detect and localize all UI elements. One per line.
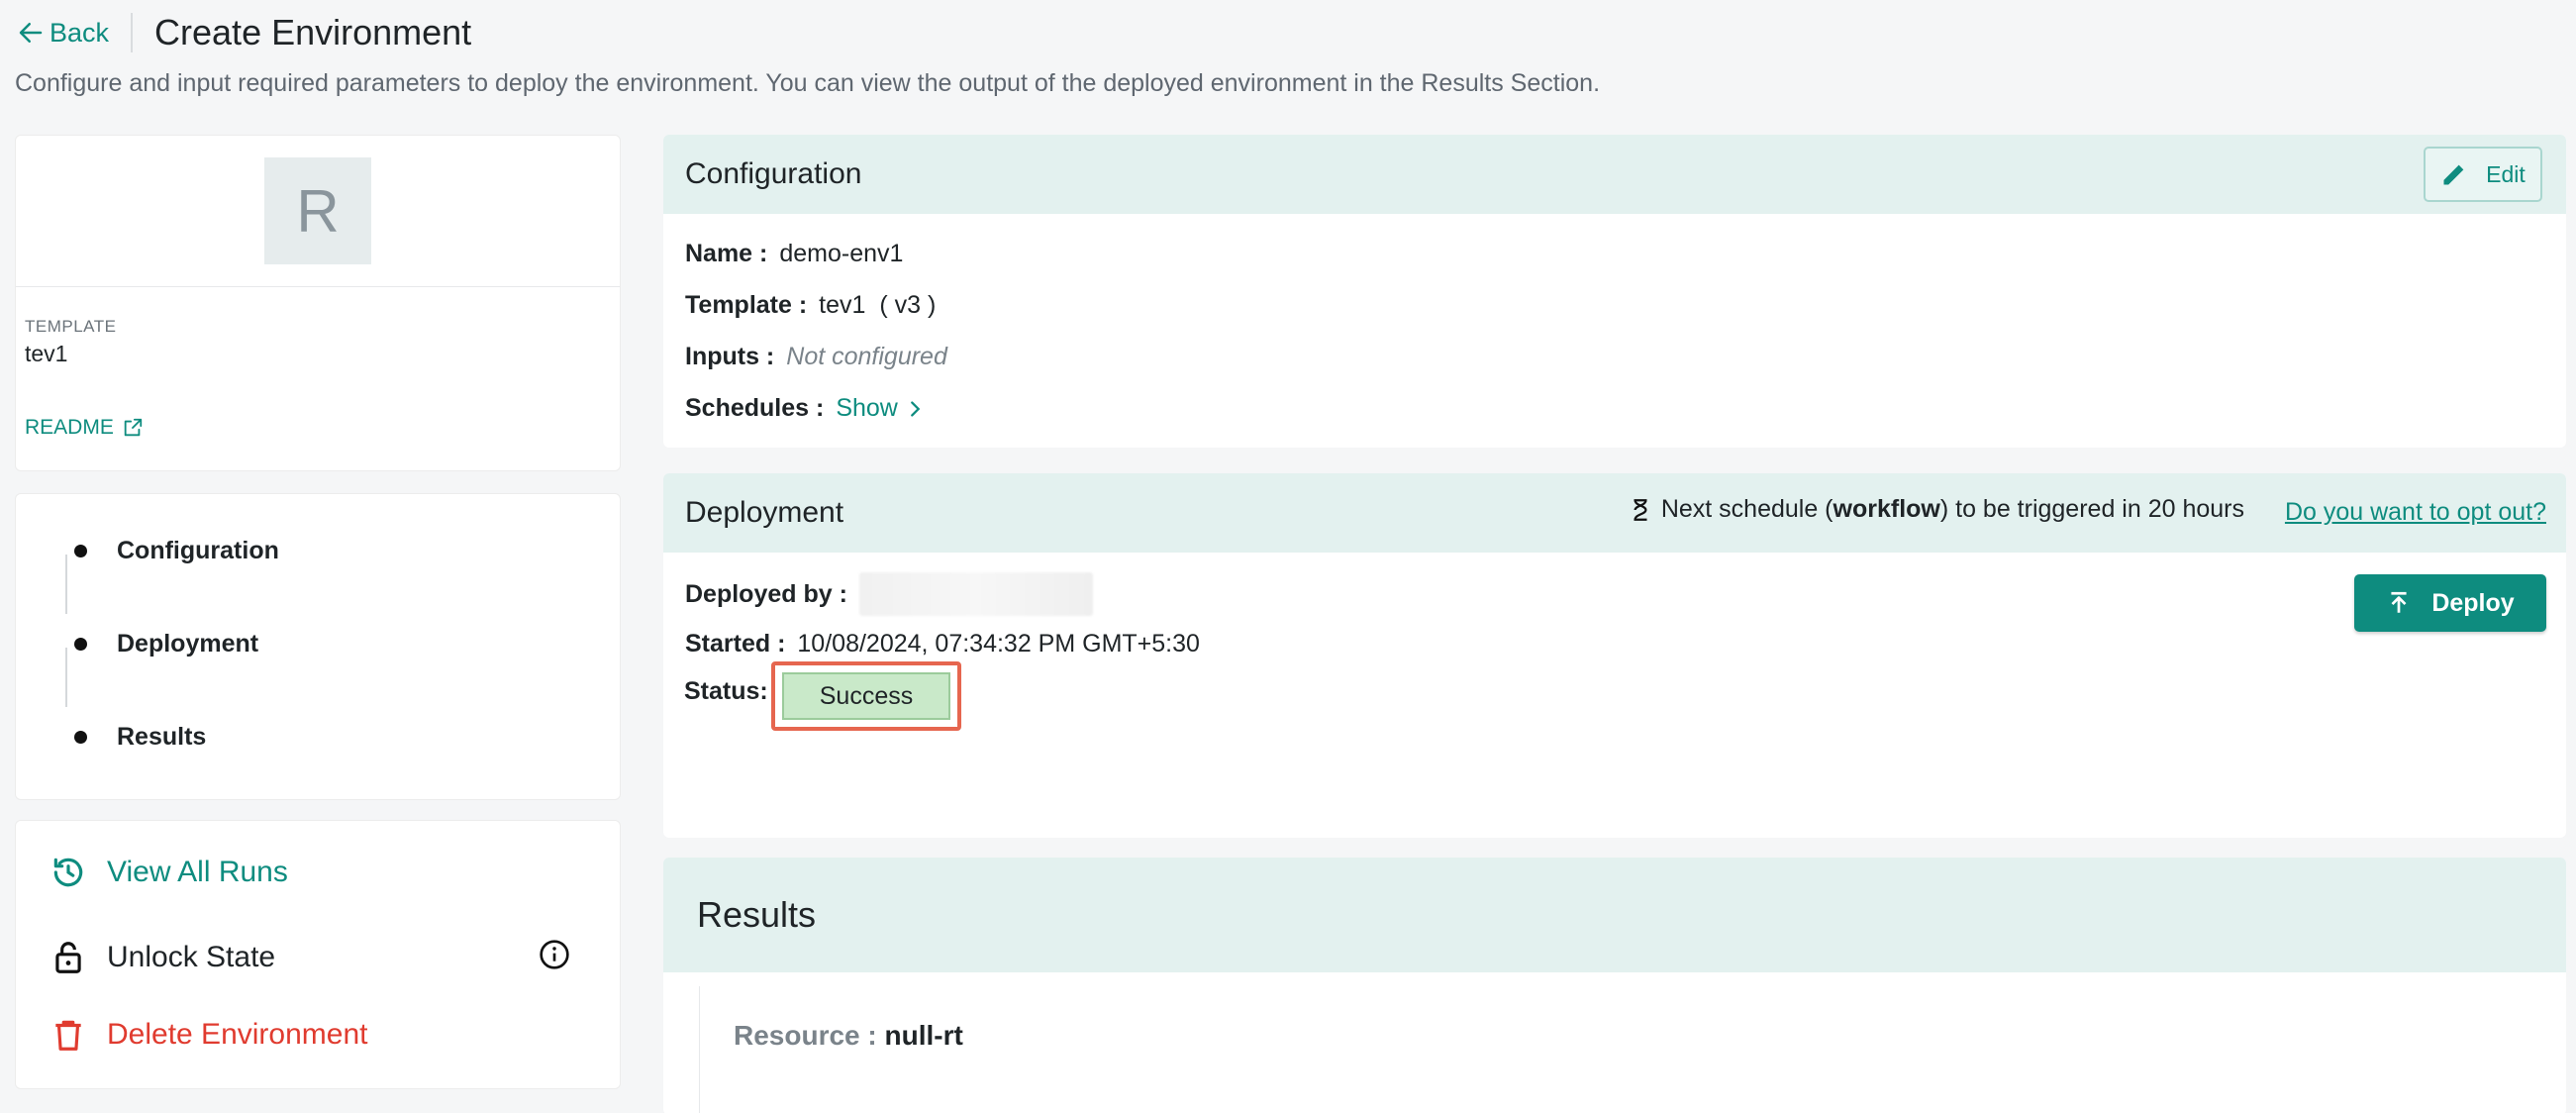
hourglass-icon (1634, 498, 1647, 521)
edit-button[interactable]: Edit (2424, 147, 2542, 202)
opt-out-link[interactable]: Do you want to opt out? (2285, 498, 2546, 527)
status-badge: Success (782, 672, 950, 720)
step-deployment[interactable]: Deployment (74, 630, 258, 658)
readme-label: README (25, 416, 114, 439)
step-dot (74, 545, 87, 557)
template-key: Template : (685, 291, 808, 319)
step-label: Deployment (117, 630, 259, 658)
step-results[interactable]: Results (74, 723, 206, 752)
config-template-row: Template : tev1 ( v3 ) (685, 291, 936, 320)
deployed-by-key: Deployed by : (685, 579, 847, 608)
chevron-right-icon (910, 400, 921, 417)
resource-card: Resource : null-rt (699, 986, 2566, 1113)
step-dot (74, 638, 87, 651)
started-row: Started : 10/08/2024, 07:34:32 PM GMT+5:… (685, 630, 1200, 658)
schedules-show-link[interactable]: Show (836, 394, 926, 423)
name-key: Name : (685, 240, 768, 267)
history-icon (53, 858, 83, 887)
template-value: tev1 ( v3 ) (819, 291, 937, 319)
external-link-icon (124, 418, 143, 437)
results-title: Results (697, 894, 817, 935)
trash-icon (55, 1020, 81, 1051)
next-schedule-notice: Next schedule (workflow) to be triggered… (1628, 495, 2244, 524)
delete-environment-label: Delete Environment (107, 1018, 368, 1051)
info-icon[interactable] (539, 939, 570, 970)
deployment-title: Deployment (685, 496, 844, 529)
step-dot (74, 731, 87, 744)
configuration-header: Configuration (663, 135, 2566, 214)
status-row: Status: (684, 677, 780, 706)
view-all-runs-button[interactable]: View All Runs (50, 854, 288, 891)
upload-icon (2391, 591, 2407, 613)
delete-environment-button[interactable]: Delete Environment (50, 1016, 367, 1054)
resource-heading: Resource : null-rt (734, 1020, 963, 1052)
divider (16, 286, 620, 287)
name-value: demo-env1 (779, 240, 904, 267)
redacted-user (858, 572, 1093, 616)
pencil-icon (2443, 164, 2464, 185)
step-connector (65, 555, 67, 614)
view-all-runs-label: View All Runs (107, 856, 288, 888)
configuration-title: Configuration (685, 157, 862, 190)
started-value: 10/08/2024, 07:34:32 PM GMT+5:30 (797, 630, 1200, 658)
resource-value: null-rt (884, 1020, 963, 1051)
unlock-state-label: Unlock State (107, 941, 276, 973)
page-title: Create Environment (154, 12, 472, 52)
template-name: tev1 (25, 341, 68, 366)
resource-key: Resource : (734, 1020, 877, 1051)
deploy-label: Deploy (2431, 588, 2515, 617)
config-name-row: Name : demo-env1 (685, 240, 903, 268)
arrow-left-icon (19, 23, 43, 43)
schedules-show-label: Show (836, 394, 898, 422)
deployed-by-row: Deployed by : (685, 572, 1093, 616)
configuration-panel: Configuration Edit Name : demo-env1 Temp… (663, 135, 2566, 448)
results-header: Results (663, 858, 2566, 972)
unlock-state-button[interactable]: Unlock State (50, 939, 275, 976)
page-subtitle: Configure and input required parameters … (15, 69, 1601, 97)
status-key: Status: (684, 677, 768, 705)
inputs-value: Not configured (786, 343, 947, 370)
results-panel: Results Resource : null-rt (663, 858, 2566, 1113)
step-connector (65, 648, 67, 707)
back-button[interactable]: Back (16, 18, 109, 49)
readme-link[interactable]: README (25, 416, 144, 440)
page-header: Back Create Environment (16, 8, 471, 57)
back-label: Back (50, 17, 110, 48)
deploy-button[interactable]: Deploy (2354, 574, 2546, 632)
deployment-panel: Deployment Next schedule (workflow) to b… (663, 473, 2566, 838)
config-schedules-row: Schedules : Show (685, 394, 926, 423)
next-schedule-suffix: ) to be triggered in 20 hours (1939, 495, 2244, 523)
inputs-key: Inputs : (685, 343, 775, 370)
config-inputs-row: Inputs : Not configured (685, 343, 947, 371)
next-schedule-workflow: workflow (1833, 495, 1940, 523)
step-label: Results (117, 723, 207, 751)
status-highlight: Success (771, 661, 961, 731)
template-label: TEMPLATE (25, 317, 117, 336)
schedules-key: Schedules : (685, 394, 825, 422)
header-divider (131, 13, 134, 52)
template-avatar: R (264, 157, 371, 264)
step-label: Configuration (117, 537, 279, 564)
unlock-icon (55, 942, 81, 973)
next-schedule-prefix: Next schedule ( (1660, 495, 1833, 523)
deployment-header: Deployment (663, 473, 2566, 553)
step-configuration[interactable]: Configuration (74, 537, 279, 565)
edit-label: Edit (2486, 160, 2526, 187)
started-key: Started : (685, 630, 786, 658)
